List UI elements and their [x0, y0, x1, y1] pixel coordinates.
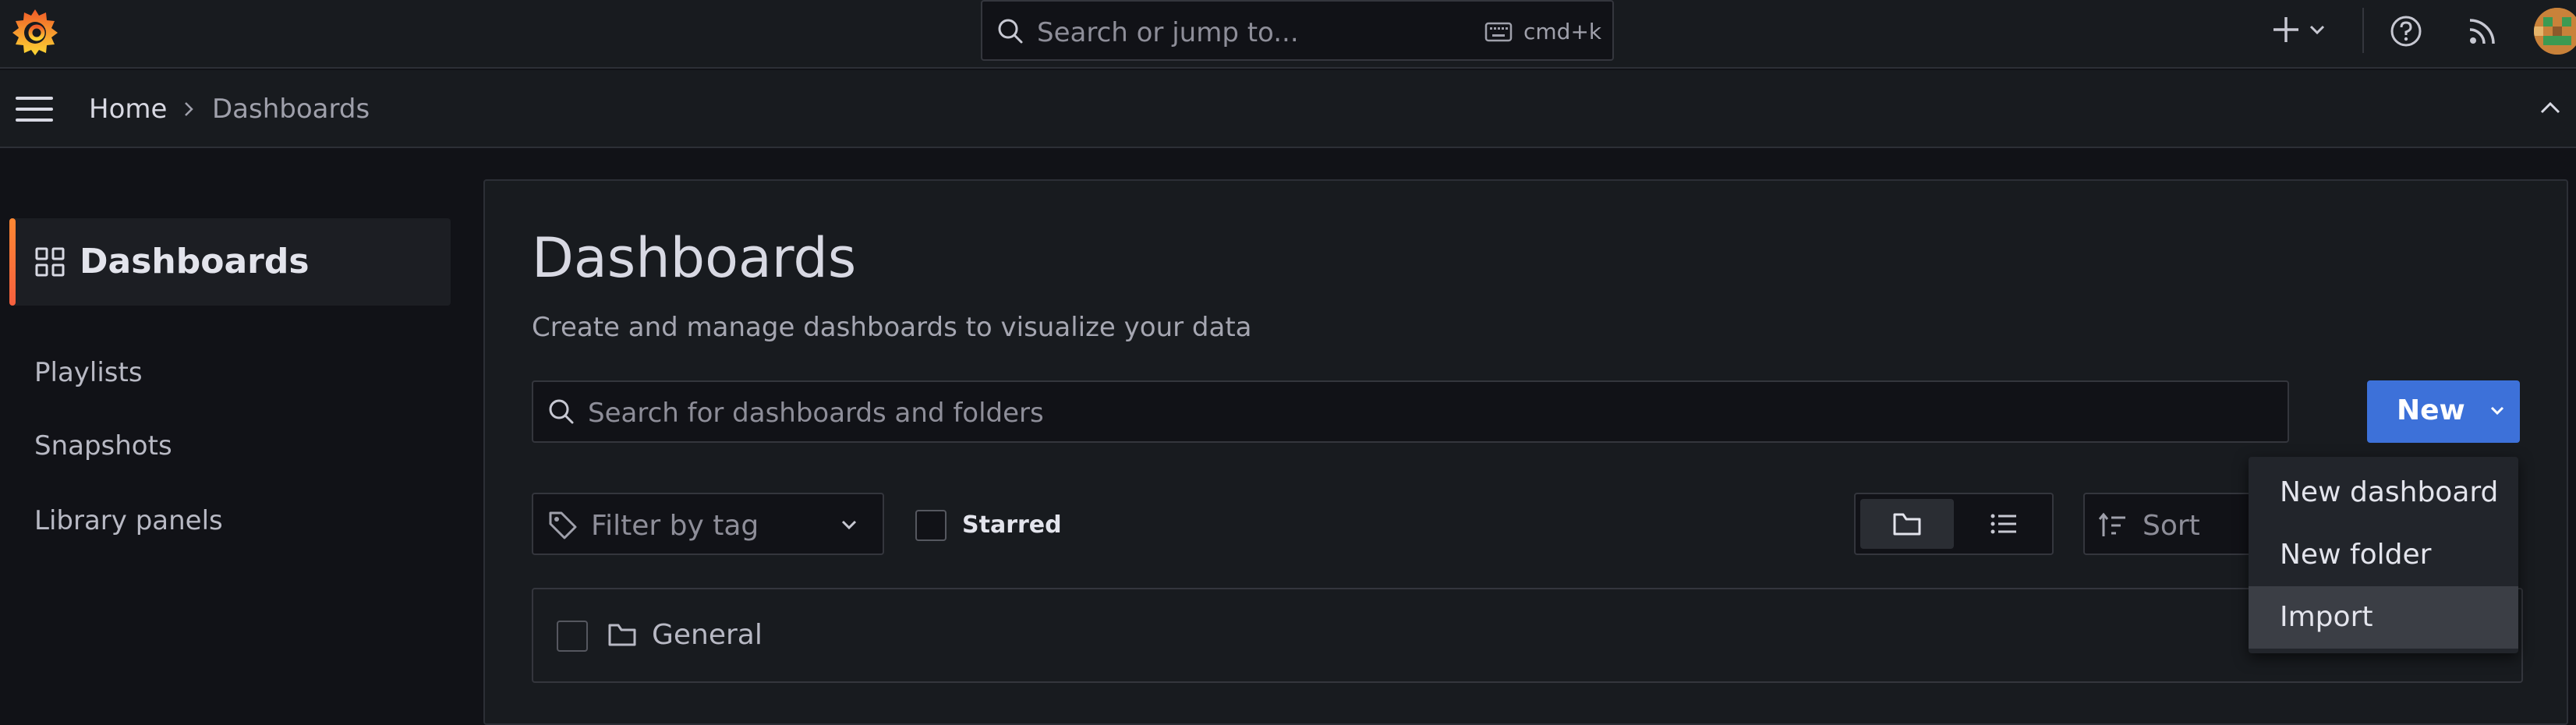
- news-feed-icon[interactable]: [2465, 14, 2500, 48]
- chevron-down-icon: [839, 516, 859, 533]
- new-menu: New dashboard New folder Import: [2249, 457, 2518, 653]
- apps-grid-icon: [34, 246, 65, 278]
- sort-label: Sort: [2143, 510, 2200, 542]
- tag-icon: [547, 510, 579, 541]
- starred-checkbox[interactable]: [915, 510, 947, 541]
- nav-item-library-panels[interactable]: Library panels: [34, 505, 223, 536]
- help-icon[interactable]: [2389, 14, 2423, 48]
- folder-row-general[interactable]: General: [532, 588, 2523, 683]
- view-toggle: [1854, 493, 2054, 555]
- add-icon[interactable]: [2270, 14, 2302, 45]
- search-placeholder: Search for dashboards and folders: [588, 398, 1044, 429]
- nav-item-dashboards[interactable]: Dashboards: [9, 218, 451, 306]
- list-view-button[interactable]: [1960, 499, 2047, 549]
- sort-icon: [2097, 511, 2128, 539]
- grafana-logo-icon[interactable]: [9, 6, 61, 58]
- folder-checkbox[interactable]: [557, 621, 588, 652]
- chevron-up-icon[interactable]: [2539, 98, 2562, 117]
- search-icon: [996, 17, 1024, 45]
- menu-icon[interactable]: [14, 94, 55, 125]
- toolbar-divider: [2362, 8, 2364, 53]
- keyboard-icon: [1484, 22, 1513, 42]
- chevron-down-icon: [2489, 404, 2506, 418]
- page-subtitle: Create and manage dashboards to visualiz…: [532, 312, 1252, 343]
- folder-icon: [607, 619, 638, 650]
- search-shortcut: cmd+k: [1523, 19, 1602, 44]
- starred-label[interactable]: Starred: [962, 511, 1062, 539]
- chevron-right-icon: [181, 100, 196, 118]
- top-bar: Search or jump to... cmd+k: [0, 0, 2576, 69]
- filter-by-tag-select[interactable]: Filter by tag: [532, 493, 884, 555]
- menu-item-new-folder[interactable]: New folder: [2249, 524, 2518, 586]
- page-title: Dashboards: [532, 226, 857, 290]
- breadcrumb: Home Dashboards: [0, 70, 2576, 148]
- global-search-input[interactable]: Search or jump to... cmd+k: [981, 0, 1614, 61]
- new-button[interactable]: New: [2367, 380, 2520, 443]
- section-nav: Dashboards Playlists Snapshots Library p…: [0, 150, 483, 717]
- chevron-down-icon[interactable]: [2308, 22, 2327, 37]
- menu-item-import[interactable]: Import: [2249, 586, 2518, 649]
- breadcrumb-current: Dashboards: [212, 94, 370, 125]
- nav-item-snapshots[interactable]: Snapshots: [34, 430, 172, 462]
- nav-item-label: Dashboards: [80, 242, 310, 281]
- filter-by-tag-label: Filter by tag: [591, 510, 759, 542]
- menu-item-new-dashboard[interactable]: New dashboard: [2249, 462, 2518, 524]
- active-indicator: [9, 218, 16, 306]
- folder-view-button[interactable]: [1860, 499, 1954, 549]
- dashboard-search-input[interactable]: Search for dashboards and folders: [532, 380, 2289, 443]
- breadcrumb-home[interactable]: Home: [89, 94, 167, 125]
- nav-item-playlists[interactable]: Playlists: [34, 357, 143, 388]
- new-button-label: New: [2397, 394, 2465, 426]
- user-avatar[interactable]: [2534, 8, 2576, 55]
- search-icon: [547, 398, 575, 426]
- folder-name[interactable]: General: [652, 619, 763, 651]
- search-placeholder: Search or jump to...: [1037, 17, 1299, 48]
